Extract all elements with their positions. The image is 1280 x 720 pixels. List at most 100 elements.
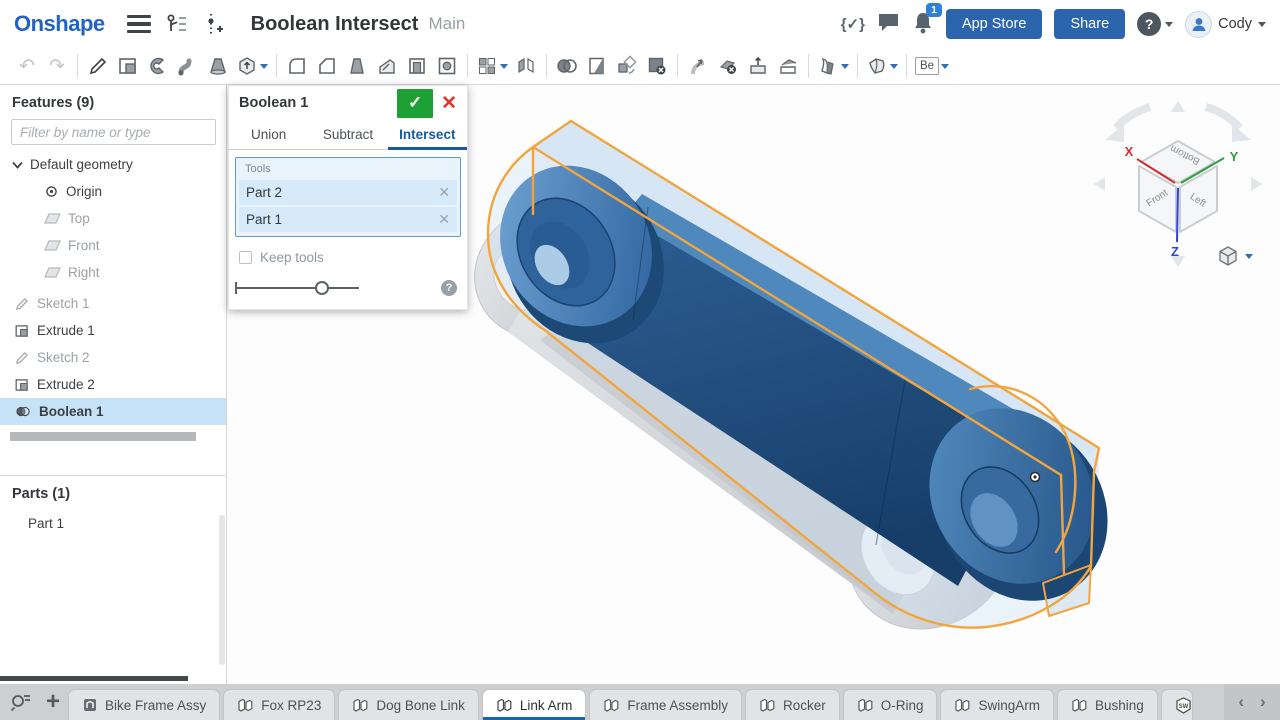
- feature-label: Sketch 1: [37, 296, 90, 311]
- undo-icon: ↶: [19, 57, 35, 76]
- comments-button[interactable]: [877, 11, 900, 37]
- tab-subtract[interactable]: Subtract: [308, 120, 387, 149]
- thicken-caret-icon: [260, 64, 268, 73]
- tab-dog-bone-link[interactable]: Dog Bone Link: [338, 689, 479, 720]
- boolean-button[interactable]: [552, 51, 582, 81]
- workspace-name[interactable]: Main: [428, 14, 465, 34]
- fillet-surface-button[interactable]: [863, 51, 901, 81]
- panel-horizontal-scrollbar[interactable]: [0, 676, 188, 681]
- tab-link-arm[interactable]: Link Arm: [482, 689, 587, 720]
- hole-button[interactable]: [432, 51, 462, 81]
- tab-bushing[interactable]: Bushing: [1057, 689, 1158, 720]
- notification-badge: 1: [926, 3, 942, 17]
- tab-union[interactable]: Union: [229, 120, 308, 149]
- slider-handle[interactable]: [315, 281, 329, 295]
- cancel-button[interactable]: ✕: [441, 92, 457, 115]
- delete-face-button[interactable]: [713, 51, 743, 81]
- accept-button[interactable]: ✓: [397, 89, 433, 118]
- tool-item-part-2[interactable]: Part 2 ✕: [239, 180, 457, 205]
- notifications-button[interactable]: 1: [912, 10, 934, 39]
- thicken-button[interactable]: [233, 51, 271, 81]
- tab-fox-rp23[interactable]: Fox RP23: [223, 689, 335, 720]
- feature-sketch-2[interactable]: Sketch 2: [0, 344, 226, 371]
- tab-intersect[interactable]: Intersect: [388, 120, 467, 149]
- tab-solidworks-import[interactable]: SW: [1161, 689, 1193, 720]
- feature-right-plane[interactable]: Right: [0, 259, 226, 286]
- feature-default-geometry[interactable]: Default geometry: [0, 151, 226, 178]
- extrude-button[interactable]: [113, 51, 143, 81]
- panel-vertical-scrollbar[interactable]: [219, 515, 225, 665]
- user-menu[interactable]: Cody: [1185, 11, 1266, 38]
- redo-button[interactable]: ↷: [42, 51, 72, 81]
- tool-item-part-1[interactable]: Part 1 ✕: [239, 207, 457, 232]
- sweep-button[interactable]: [173, 51, 203, 81]
- shell-button[interactable]: [402, 51, 432, 81]
- keep-tools-checkbox[interactable]: [239, 251, 252, 264]
- tab-swingarm[interactable]: SwingArm: [940, 689, 1054, 720]
- tools-selection-box[interactable]: Tools Part 2 ✕ Part 1 ✕: [235, 157, 461, 237]
- fillet-button[interactable]: [282, 51, 312, 81]
- remove-tool-icon[interactable]: ✕: [438, 211, 450, 228]
- part-list-item[interactable]: Part 1: [0, 510, 226, 536]
- replace-face-icon: [777, 55, 799, 77]
- tab-scroll-right-icon[interactable]: ›: [1260, 692, 1266, 712]
- cursor-marker: [1031, 473, 1040, 482]
- tab-scroll-left-icon[interactable]: ‹: [1238, 692, 1244, 712]
- versions-button[interactable]: [165, 13, 189, 35]
- transform-button[interactable]: [612, 51, 642, 81]
- feature-extrude-2[interactable]: Extrude 2: [0, 371, 226, 398]
- move-boundary-button[interactable]: [743, 51, 773, 81]
- loft-button[interactable]: [203, 51, 233, 81]
- undo-button[interactable]: ↶: [12, 51, 42, 81]
- linear-pattern-button[interactable]: [473, 51, 511, 81]
- part-studio-icon: [954, 697, 971, 713]
- feature-label: Boolean 1: [39, 404, 104, 419]
- extrude-surface-button[interactable]: [814, 51, 852, 81]
- extrude-surface-icon: [817, 55, 839, 77]
- dialog-help-icon[interactable]: ?: [441, 280, 457, 296]
- rollback-bar[interactable]: [10, 432, 196, 441]
- feature-extrude-1[interactable]: Extrude 1: [0, 317, 226, 344]
- app-store-button[interactable]: App Store: [946, 9, 1043, 39]
- tab-o-ring[interactable]: O-Ring: [843, 689, 938, 720]
- share-button[interactable]: Share: [1054, 9, 1125, 39]
- draft-button[interactable]: [342, 51, 372, 81]
- rib-button[interactable]: [372, 51, 402, 81]
- remove-tool-icon[interactable]: ✕: [438, 184, 450, 201]
- insert-element-button[interactable]: [203, 12, 225, 36]
- add-tab-icon[interactable]: +: [46, 690, 60, 714]
- featurescript-button[interactable]: {✓}: [841, 15, 865, 33]
- tab-rocker[interactable]: Rocker: [745, 689, 840, 720]
- feature-boolean-1[interactable]: Boolean 1: [0, 398, 226, 425]
- comment-icon: [877, 11, 900, 32]
- move-boundary-icon: [747, 55, 769, 77]
- delete-part-button[interactable]: [642, 51, 672, 81]
- help-menu[interactable]: ?: [1137, 12, 1173, 36]
- replace-face-button[interactable]: [773, 51, 803, 81]
- extrude-icon: [117, 55, 139, 77]
- mirror-button[interactable]: [511, 51, 541, 81]
- tab-bike-frame-assy[interactable]: Bike Frame Assy: [68, 689, 220, 720]
- document-title[interactable]: Boolean Intersect: [251, 13, 419, 36]
- feature-origin[interactable]: Origin: [0, 178, 226, 205]
- search-tabs-icon[interactable]: [10, 692, 32, 712]
- sketch-button[interactable]: [83, 51, 113, 81]
- blue-part[interactable]: [470, 137, 1141, 633]
- custom-feature-be-button[interactable]: Be: [912, 51, 952, 81]
- tab-label: O-Ring: [881, 698, 924, 713]
- pattern-caret-icon: [500, 64, 508, 73]
- move-face-button[interactable]: [683, 51, 713, 81]
- feature-front-plane[interactable]: Front: [0, 232, 226, 259]
- feature-filter-input[interactable]: [11, 119, 216, 145]
- user-caret-icon: [1258, 22, 1266, 31]
- view-options-button[interactable]: [1217, 245, 1253, 267]
- opacity-slider[interactable]: [235, 281, 359, 295]
- feature-top-plane[interactable]: Top: [0, 205, 226, 232]
- chamfer-button[interactable]: [312, 51, 342, 81]
- onshape-logo[interactable]: Onshape: [14, 11, 105, 37]
- tab-frame-assembly[interactable]: Frame Assembly: [589, 689, 742, 720]
- split-button[interactable]: [582, 51, 612, 81]
- revolve-button[interactable]: [143, 51, 173, 81]
- main-menu-icon[interactable]: [127, 15, 151, 33]
- feature-sketch-1[interactable]: Sketch 1: [0, 290, 226, 317]
